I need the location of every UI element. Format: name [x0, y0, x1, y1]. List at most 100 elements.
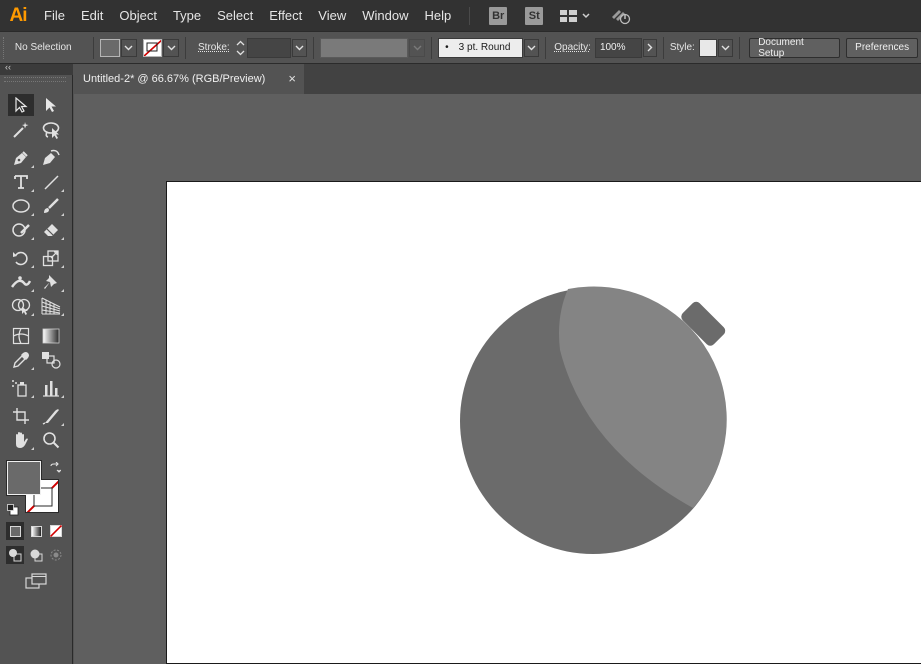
zoom-magnifier-icon [43, 432, 60, 449]
ellipse-tool[interactable] [8, 195, 34, 217]
eyedropper-tool[interactable] [8, 349, 34, 371]
collapse-panel-icon[interactable]: ‹‹ [5, 62, 11, 72]
column-graph-icon [43, 381, 59, 397]
fill-color-box-front [7, 461, 41, 495]
width-icon [11, 276, 31, 288]
variable-width-profile[interactable] [320, 37, 409, 58]
mesh-tool[interactable] [8, 325, 34, 347]
draw-normal-button[interactable] [6, 546, 24, 564]
stroke-label[interactable]: Stroke: [198, 42, 230, 53]
default-fill-stroke-icon[interactable] [7, 503, 19, 516]
canvas[interactable] [74, 94, 921, 664]
document-setup-button[interactable]: Document Setup [749, 37, 841, 59]
swap-fill-stroke-icon[interactable] [49, 461, 62, 473]
menu-file[interactable]: File [36, 0, 73, 31]
lasso-icon [42, 122, 60, 139]
color-mode-icon [9, 525, 21, 537]
stroke-weight-stepper[interactable] [234, 38, 248, 58]
stroke-dropdown[interactable] [163, 38, 180, 57]
brush-definition-dropdown[interactable] [523, 38, 540, 57]
puppet-warp-tool[interactable] [38, 271, 64, 293]
graphic-style-swatch[interactable] [698, 38, 717, 57]
shape-builder-icon [11, 298, 31, 315]
slice-tool[interactable] [38, 405, 64, 427]
none-mode-button[interactable] [47, 522, 65, 540]
menu-effect[interactable]: Effect [261, 0, 310, 31]
hand-tool[interactable] [8, 429, 34, 451]
artboard-icon [13, 408, 29, 424]
blend-tool[interactable] [38, 349, 64, 371]
menu-select[interactable]: Select [209, 0, 261, 31]
menu-edit[interactable]: Edit [73, 0, 111, 31]
bridge-button[interactable]: Br [489, 6, 508, 25]
zoom-tool[interactable] [38, 429, 64, 451]
screen-mode-button[interactable] [24, 572, 48, 590]
stroke-weight-field[interactable] [247, 37, 291, 58]
gradient-tool[interactable] [38, 325, 64, 347]
brush-definition-field[interactable]: • 3 pt. Round [438, 37, 523, 58]
lasso-tool[interactable] [38, 119, 64, 141]
document-tab[interactable]: Untitled-2* @ 66.67% (RGB/Preview) × [74, 64, 304, 94]
close-tab-icon[interactable]: × [288, 71, 296, 86]
shape-builder-tool[interactable] [8, 295, 34, 317]
menu-object[interactable]: Object [111, 0, 165, 31]
line-segment-icon [44, 175, 59, 190]
paintbrush-icon [44, 198, 59, 213]
perspective-grid-icon [41, 297, 61, 315]
stroke-swatch[interactable] [142, 38, 163, 57]
control-separator [739, 36, 741, 59]
perspective-grid-tool[interactable] [38, 295, 64, 317]
gradient-mode-icon [30, 525, 42, 537]
control-separator [93, 36, 95, 59]
line-segment-tool[interactable] [38, 171, 64, 193]
control-separator [185, 36, 187, 59]
eraser-tool[interactable] [38, 219, 64, 241]
menu-separator [469, 6, 471, 25]
pen-icon [14, 151, 28, 165]
brush-definition-label: 3 pt. Round [458, 42, 511, 53]
fill-dropdown[interactable] [120, 38, 137, 57]
rotate-tool[interactable] [8, 247, 34, 269]
ornament-artwork[interactable] [167, 182, 921, 664]
shaper-icon [12, 223, 30, 237]
workspace-grid-icon[interactable] [560, 9, 590, 23]
fill-swatch[interactable] [100, 38, 120, 57]
document-tab-bar: Untitled-2* @ 66.67% (RGB/Preview) × [74, 64, 921, 94]
pen-tool[interactable] [8, 147, 34, 169]
curvature-tool[interactable] [38, 147, 64, 169]
width-tool[interactable] [8, 271, 34, 293]
selection-tool[interactable] [8, 94, 34, 116]
draw-behind-button[interactable] [27, 546, 45, 564]
tools-panel-header: ‹‹ [0, 62, 73, 75]
gradient-mode-button[interactable] [27, 522, 45, 540]
artboard-tool[interactable] [8, 405, 34, 427]
stock-button[interactable]: St [525, 6, 544, 25]
paintbrush-tool[interactable] [38, 195, 64, 217]
direct-selection-tool[interactable] [38, 94, 64, 116]
magic-wand-tool[interactable] [8, 119, 34, 141]
eraser-icon [44, 224, 58, 236]
menu-type[interactable]: Type [165, 0, 209, 31]
graphic-style-dropdown[interactable] [717, 38, 734, 57]
menu-help[interactable]: Help [416, 0, 459, 31]
column-graph-tool[interactable] [38, 377, 64, 399]
preferences-button[interactable]: Preferences [846, 37, 919, 58]
opacity-expand-button[interactable] [643, 38, 657, 57]
artboard[interactable] [166, 181, 921, 664]
opacity-label[interactable]: Opacity: [554, 42, 591, 53]
menu-view[interactable]: View [310, 0, 354, 31]
stroke-weight-dropdown[interactable] [291, 38, 308, 57]
scale-tool[interactable] [38, 247, 64, 269]
opacity-field[interactable]: 100% [594, 37, 643, 58]
draw-inside-button[interactable] [47, 546, 65, 564]
type-tool[interactable] [8, 171, 34, 193]
gpu-performance-icon[interactable] [610, 7, 632, 25]
tools-panel-grip[interactable] [4, 77, 66, 82]
color-mode-button[interactable] [6, 522, 24, 540]
shaper-tool[interactable] [8, 219, 34, 241]
menu-window[interactable]: Window [354, 0, 416, 31]
eyedropper-icon [13, 352, 29, 368]
curvature-pen-icon [43, 149, 60, 165]
symbol-sprayer-tool[interactable] [8, 377, 34, 399]
type-icon [14, 175, 28, 189]
